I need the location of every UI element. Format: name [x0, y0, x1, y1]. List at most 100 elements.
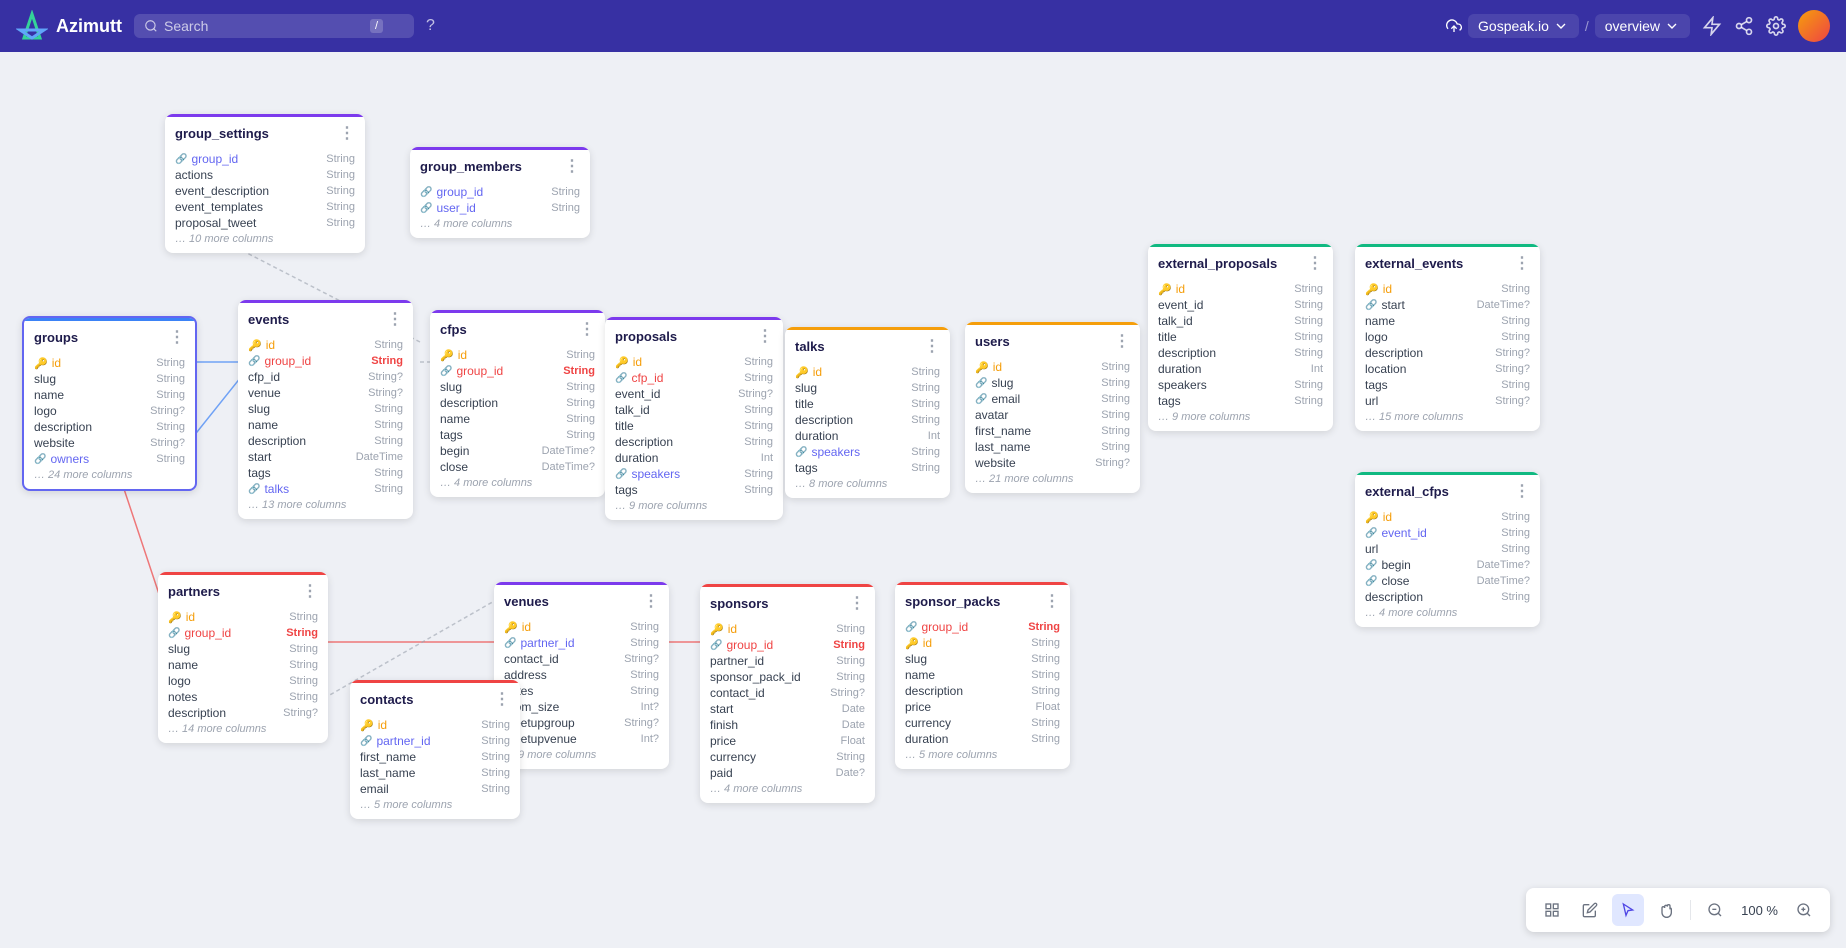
table-row: descriptionString — [1355, 589, 1540, 605]
table-group-members: group_members ⋮ 🔗 group_id String 🔗 user… — [410, 147, 590, 238]
table-row: partner_idString — [700, 653, 875, 669]
search-icon — [144, 19, 158, 33]
table-sponsors: sponsors ⋮ 🔑 idString 🔗 group_idString p… — [700, 584, 875, 803]
table-row: tagsString — [1355, 377, 1540, 393]
table-row: contact_idString? — [494, 651, 669, 667]
table-row: descriptionString — [605, 434, 783, 450]
table-name: events — [248, 312, 289, 327]
table-name: talks — [795, 339, 825, 354]
user-avatar[interactable] — [1798, 10, 1830, 42]
table-row: proposal_tweetString — [165, 215, 365, 231]
table-row: 🔗 group_id String — [410, 184, 590, 200]
table-menu[interactable]: ⋮ — [1514, 481, 1530, 501]
table-row: 🔗 owners String — [24, 451, 195, 467]
project-selector[interactable]: Gospeak.io — [1468, 14, 1579, 38]
table-row: 🔗 talksString — [238, 481, 413, 497]
table-row: tagsString — [1148, 393, 1333, 409]
table-menu[interactable]: ⋮ — [1514, 253, 1530, 273]
table-row: descriptionString — [24, 419, 195, 435]
table-group-settings: group_settings ⋮ 🔗 group_id String actio… — [165, 114, 365, 253]
table-name: external_events — [1365, 256, 1463, 271]
table-menu[interactable]: ⋮ — [494, 689, 510, 709]
table-menu[interactable]: ⋮ — [302, 581, 318, 601]
table-menu[interactable]: ⋮ — [849, 593, 865, 613]
more-cols: … 4 more columns — [700, 781, 875, 797]
table-row: startDateTime — [238, 449, 413, 465]
hand-button[interactable] — [1650, 894, 1682, 926]
fit-view-button[interactable] — [1536, 894, 1568, 926]
table-menu[interactable]: ⋮ — [1044, 591, 1060, 611]
table-menu[interactable]: ⋮ — [579, 319, 595, 339]
table-menu[interactable]: ⋮ — [643, 591, 659, 611]
table-row: nameString — [430, 411, 605, 427]
table-row: slugString — [430, 379, 605, 395]
app-title: Azimutt — [56, 16, 122, 37]
help-button[interactable]: ? — [426, 17, 435, 35]
table-row: talk_idString — [605, 402, 783, 418]
edit-button[interactable] — [1574, 894, 1606, 926]
more-cols: … 5 more columns — [895, 747, 1070, 763]
table-row: sponsor_pack_idString — [700, 669, 875, 685]
logo-icon — [16, 10, 48, 42]
table-row: 🔗 group_id String — [165, 151, 365, 167]
more-cols: … 13 more columns — [238, 497, 413, 513]
table-menu[interactable]: ⋮ — [1114, 331, 1130, 351]
table-row: talk_idString — [1148, 313, 1333, 329]
search-input[interactable] — [164, 18, 364, 34]
table-row: contact_idString? — [700, 685, 875, 701]
flash-icon[interactable] — [1702, 16, 1722, 36]
table-row: 🔗 group_idString — [430, 363, 605, 379]
search-bar[interactable]: / — [134, 14, 414, 38]
canvas-inner: group_settings ⋮ 🔗 group_id String actio… — [0, 52, 1846, 948]
zoom-out-button[interactable] — [1699, 894, 1731, 926]
chevron-down-icon2 — [1664, 18, 1680, 34]
table-row: titleString — [1148, 329, 1333, 345]
table-row: 🔗 group_idString — [158, 625, 328, 641]
table-row: logoString — [158, 673, 328, 689]
view-name: overview — [1605, 18, 1660, 34]
table-row: logoString? — [24, 403, 195, 419]
table-external-proposals: external_proposals ⋮ 🔑 idString event_id… — [1148, 244, 1333, 431]
table-row: tagsString — [430, 427, 605, 443]
project-name: Gospeak.io — [1478, 18, 1549, 34]
table-row: tagsString — [605, 482, 783, 498]
table-menu[interactable]: ⋮ — [169, 327, 185, 347]
table-row: 🔑 idString — [895, 635, 1070, 651]
table-row: 🔗 partner_idString — [494, 635, 669, 651]
table-row: titleString — [785, 396, 950, 412]
table-row: urlString? — [1355, 393, 1540, 409]
table-row: titleString — [605, 418, 783, 434]
view-selector[interactable]: overview — [1595, 14, 1690, 38]
share-icon[interactable] — [1734, 16, 1754, 36]
canvas[interactable]: group_settings ⋮ 🔗 group_id String actio… — [0, 52, 1846, 948]
table-row: speakersString — [1148, 377, 1333, 393]
table-sponsor-packs: sponsor_packs ⋮ 🔗 group_idString 🔑 idStr… — [895, 582, 1070, 769]
table-row: 🔗 user_id String — [410, 200, 590, 216]
settings-icon[interactable] — [1766, 16, 1786, 36]
table-row: event_idString? — [605, 386, 783, 402]
more-cols: … 15 more columns — [1355, 409, 1540, 425]
table-menu[interactable]: ⋮ — [757, 326, 773, 346]
more-cols: … 21 more columns — [965, 471, 1140, 487]
table-menu[interactable]: ⋮ — [387, 309, 403, 329]
table-external-events: external_events ⋮ 🔑 idString 🔗 startDate… — [1355, 244, 1540, 431]
table-row: nameString — [24, 387, 195, 403]
project-nav: Gospeak.io / overview — [1446, 14, 1690, 38]
table-menu[interactable]: ⋮ — [339, 123, 355, 143]
table-row: 🔗 group_idString — [238, 353, 413, 369]
zoom-level: 100 % — [1737, 903, 1782, 918]
zoom-in-button[interactable] — [1788, 894, 1820, 926]
table-contacts: contacts ⋮ 🔑 idString 🔗 partner_idString… — [350, 680, 520, 819]
table-row: first_nameString — [965, 423, 1140, 439]
table-row: currencyString — [895, 715, 1070, 731]
table-row: nameString — [238, 417, 413, 433]
table-menu[interactable]: ⋮ — [1307, 253, 1323, 273]
table-row: last_nameString — [965, 439, 1140, 455]
table-row: 🔗 cfp_idString — [605, 370, 783, 386]
table-menu[interactable]: ⋮ — [564, 156, 580, 176]
table-row: 🔗 speakersString — [605, 466, 783, 482]
table-menu[interactable]: ⋮ — [924, 336, 940, 356]
header: Azimutt / ? Gospeak.io / overview — [0, 0, 1846, 52]
cursor-button[interactable] — [1612, 894, 1644, 926]
table-row: actionsString — [165, 167, 365, 183]
